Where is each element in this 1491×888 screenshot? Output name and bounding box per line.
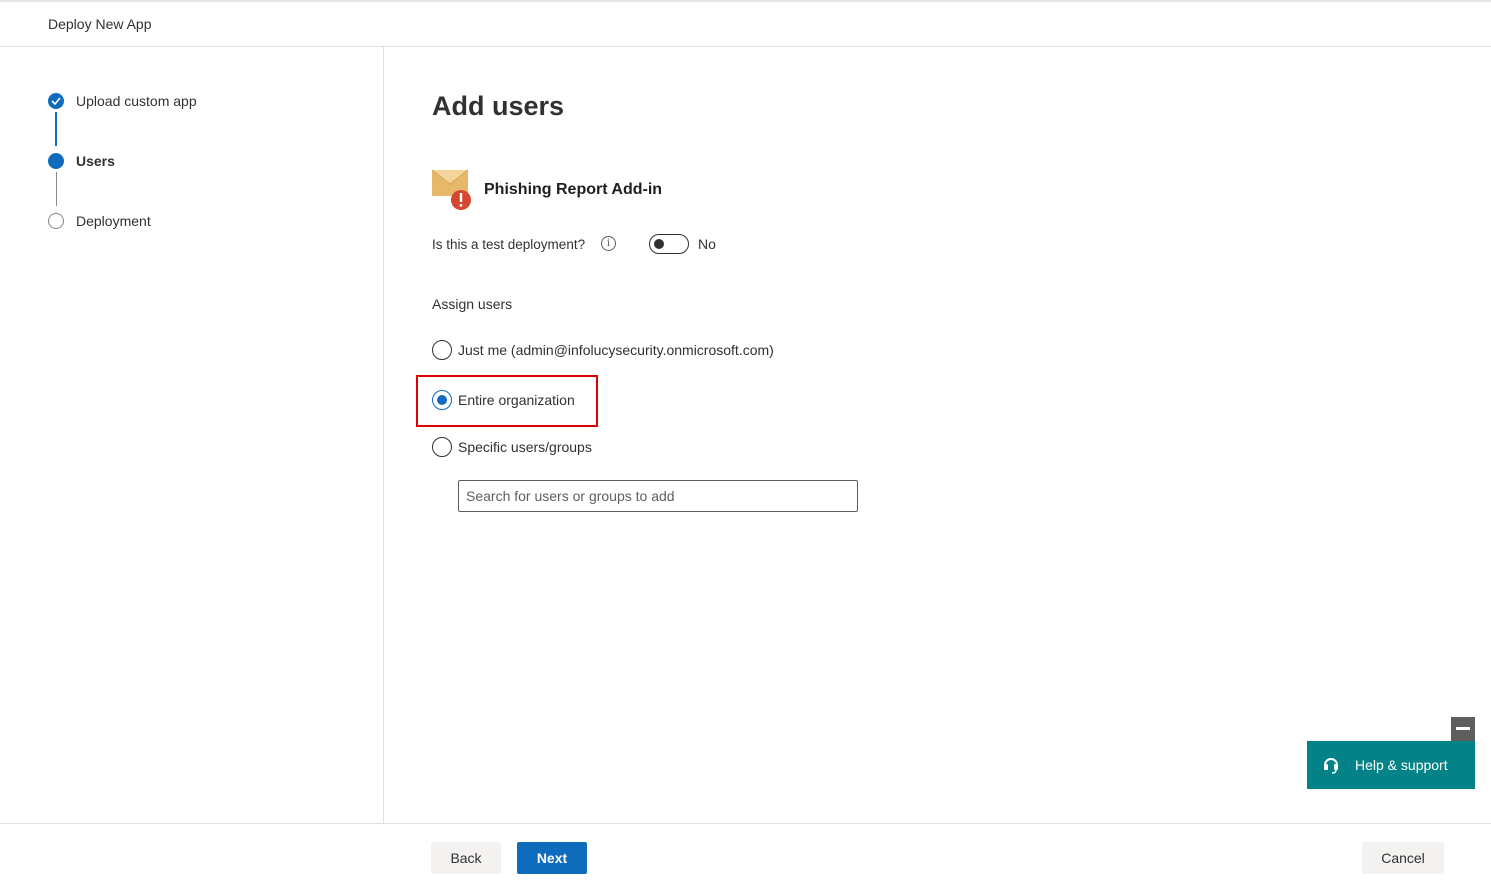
footer: Back Next Cancel — [0, 823, 1491, 888]
headset-icon — [1323, 756, 1339, 774]
toggle-knob — [654, 239, 664, 249]
cancel-button[interactable]: Cancel — [1362, 842, 1444, 874]
main-content: Add users Phishing Report Add-in Is this… — [384, 47, 1491, 823]
back-button[interactable]: Back — [431, 842, 501, 874]
top-bar: Deploy New App — [0, 0, 1491, 47]
help-support-button[interactable]: Help & support — [1307, 741, 1475, 789]
search-users-input[interactable] — [458, 480, 858, 512]
wizard-steps: Upload custom app Users Deployment — [0, 47, 384, 823]
step-connector — [55, 172, 57, 206]
radio-label: Entire organization — [458, 392, 575, 408]
radio-button[interactable] — [432, 390, 452, 410]
assign-users-label: Assign users — [432, 296, 513, 312]
test-deployment-label: Is this a test deployment? — [432, 237, 586, 252]
current-step-icon — [48, 153, 64, 169]
next-button[interactable]: Next — [517, 842, 587, 874]
app-name: Phishing Report Add-in — [484, 181, 663, 198]
toggle-state-text: No — [698, 236, 716, 252]
radio-button[interactable] — [432, 437, 452, 457]
minimize-button[interactable] — [1451, 717, 1475, 741]
step-label: Users — [76, 153, 115, 169]
radio-button[interactable] — [432, 340, 452, 360]
test-deployment-toggle[interactable] — [649, 234, 689, 254]
step-label: Upload custom app — [76, 93, 197, 109]
page-title: Add users — [432, 91, 565, 121]
radio-label: Specific users/groups — [458, 439, 592, 455]
checkmark-icon — [48, 93, 64, 109]
pending-step-icon — [48, 213, 64, 229]
panel-title: Deploy New App — [48, 16, 152, 32]
step-label: Deployment — [76, 213, 151, 229]
radio-label: Just me (admin@infolucysecurity.onmicros… — [458, 342, 774, 358]
step-connector — [55, 112, 57, 146]
mail-warning-icon — [431, 169, 472, 212]
help-support-label: Help & support — [1355, 757, 1448, 773]
info-icon[interactable]: i — [601, 236, 616, 251]
